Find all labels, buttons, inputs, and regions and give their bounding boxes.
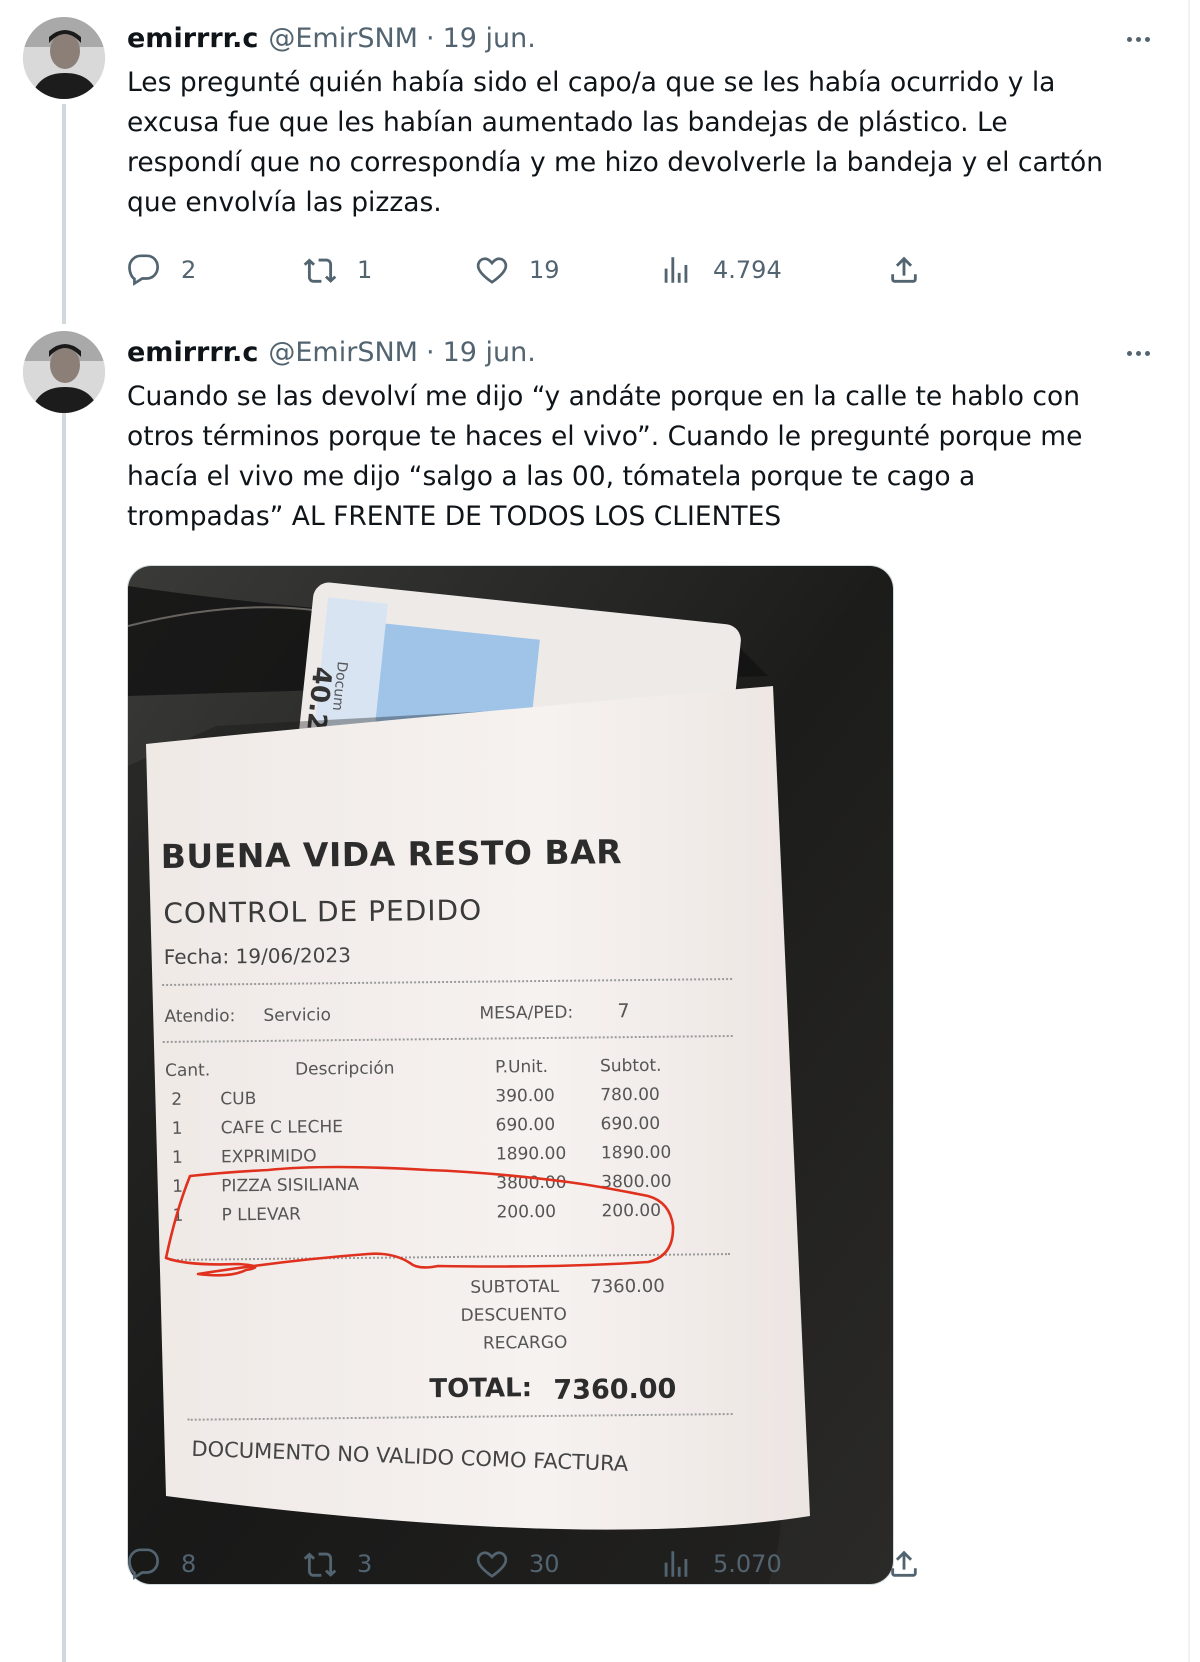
- red-annotation-circle: [164, 1165, 675, 1277]
- views-icon: [664, 1551, 688, 1577]
- tweet-actions: 2 1 19 4.794: [127, 250, 987, 290]
- more-options-button[interactable]: [1118, 24, 1158, 54]
- reply-button[interactable]: 8: [127, 1544, 196, 1584]
- reply-count: 8: [181, 1550, 197, 1578]
- more-icon: [1126, 36, 1132, 42]
- retweet-icon: [303, 1552, 337, 1577]
- reply-icon: [128, 254, 159, 286]
- user-handle[interactable]: @EmirSNM: [268, 337, 418, 368]
- tweet[interactable]: emirrrr.c @EmirSNM · 19 jun. Les pregunt…: [0, 0, 1188, 300]
- retweet-button[interactable]: 3: [303, 1544, 372, 1584]
- views-icon: [664, 257, 688, 283]
- tweet-text: Cuando se las devolví me dijo “y andáte …: [127, 381, 1083, 532]
- views-button[interactable]: 4.794: [659, 250, 782, 290]
- tweet-text: Les pregunté quién había sido el capo/a …: [127, 67, 1103, 218]
- views-button[interactable]: 5.070: [659, 1544, 782, 1584]
- thread-page: emirrrr.c @EmirSNM · 19 jun. Les pregunt…: [0, 0, 1190, 1662]
- user-handle[interactable]: @EmirSNM: [268, 23, 418, 54]
- like-count: 30: [529, 1550, 560, 1578]
- retweet-count: 1: [357, 256, 373, 284]
- avatar[interactable]: [23, 331, 105, 413]
- like-button[interactable]: 19: [475, 250, 560, 290]
- tweet-date[interactable]: 19 jun.: [443, 337, 536, 368]
- like-icon: [476, 1551, 508, 1578]
- tweet-header: emirrrr.c @EmirSNM · 19 jun.: [127, 18, 536, 58]
- separator-dot: ·: [425, 22, 435, 54]
- retweet-button[interactable]: 1: [303, 250, 372, 290]
- share-icon: [891, 256, 917, 283]
- share-button[interactable]: [887, 250, 921, 290]
- separator-dot: ·: [425, 336, 435, 368]
- display-name[interactable]: emirrrr.c: [127, 23, 258, 54]
- tweet[interactable]: emirrrr.c @EmirSNM · 19 jun. Cuando se l…: [0, 314, 1188, 1662]
- column-border: [1188, 0, 1190, 1662]
- retweet-icon: [303, 258, 337, 283]
- views-count: 5.070: [713, 1550, 782, 1578]
- share-button[interactable]: [887, 1544, 921, 1584]
- like-icon: [476, 257, 508, 284]
- retweet-count: 3: [357, 1550, 373, 1578]
- more-options-button[interactable]: [1118, 338, 1158, 368]
- share-icon: [891, 1550, 917, 1577]
- views-count: 4.794: [713, 256, 782, 284]
- more-icon: [1126, 350, 1132, 356]
- reply-button[interactable]: 2: [127, 250, 196, 290]
- reply-icon: [128, 1548, 159, 1580]
- like-button[interactable]: 30: [475, 1544, 560, 1584]
- avatar[interactable]: [23, 17, 105, 99]
- tweet-date[interactable]: 19 jun.: [443, 23, 536, 54]
- tweet-header: emirrrr.c @EmirSNM · 19 jun.: [127, 332, 536, 372]
- reply-count: 2: [181, 256, 197, 284]
- display-name[interactable]: emirrrr.c: [127, 337, 258, 368]
- tweet-photo[interactable]: Docum 40.2 BUENA VIDA RESTO BAR CONTROL …: [127, 565, 894, 1585]
- tweet-actions: 8 3 30 5.070: [127, 1544, 987, 1584]
- like-count: 19: [529, 256, 560, 284]
